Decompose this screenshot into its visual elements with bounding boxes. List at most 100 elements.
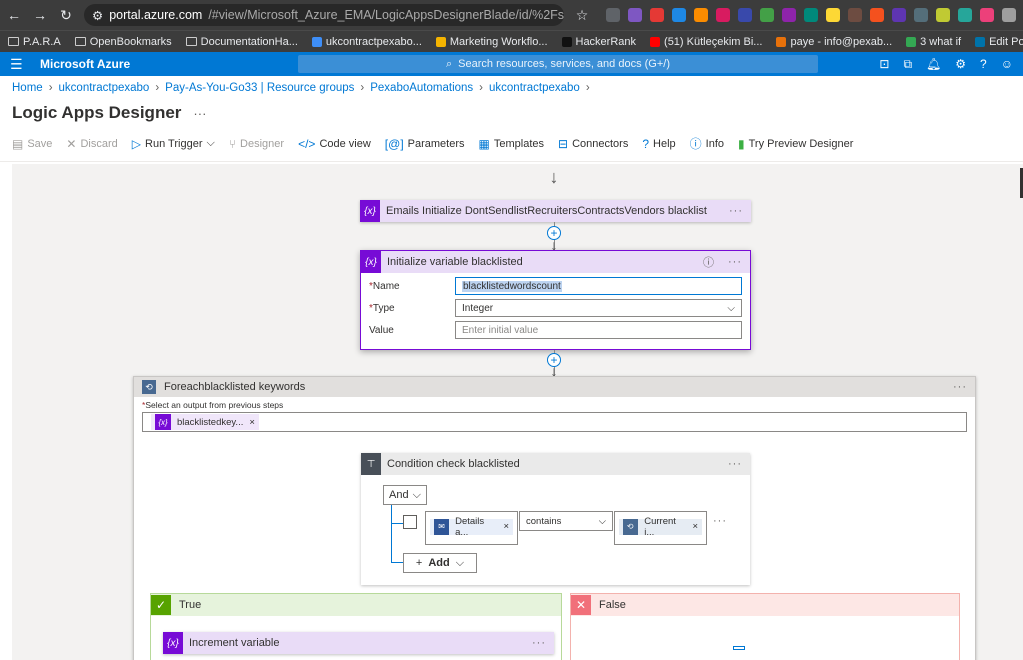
extension-icon[interactable]: [650, 8, 664, 22]
extension-icon[interactable]: [936, 8, 950, 22]
and-or-dropdown[interactable]: And ⌵: [383, 485, 427, 505]
extension-icon[interactable]: [1002, 8, 1016, 22]
operator-dropdown[interactable]: contains ⌵: [519, 511, 613, 531]
remove-token-icon[interactable]: ×: [249, 417, 255, 428]
extension-icon[interactable]: [826, 8, 840, 22]
star-icon[interactable]: ☆: [574, 7, 590, 24]
type-value: Integer: [462, 302, 494, 314]
site-settings-icon[interactable]: ⚙: [92, 8, 103, 23]
url-path: /#view/Microsoft_Azure_EMA/LogicAppsDesi…: [208, 8, 564, 22]
cloud-shell-icon[interactable]: ⊡: [879, 57, 889, 72]
save-button[interactable]: ▤ Save: [12, 137, 52, 151]
extension-icon[interactable]: [848, 8, 862, 22]
extension-icon[interactable]: [870, 8, 884, 22]
back-icon[interactable]: ←: [6, 7, 22, 23]
run-trigger-button[interactable]: ▷ Run Trigger ⌵: [132, 137, 215, 151]
extension-icon[interactable]: [782, 8, 796, 22]
foreach-output-input[interactable]: {x} blacklistedkey... ×: [142, 412, 967, 432]
step-more-options-icon[interactable]: ···: [953, 381, 967, 393]
value-input[interactable]: Enter initial value: [455, 321, 742, 339]
try-preview-designer-button[interactable]: ▮ Try Preview Designer: [738, 137, 853, 151]
condition-left-operand[interactable]: ✉ Details a... ×: [425, 511, 518, 545]
directory-filter-icon[interactable]: ⧉: [903, 57, 912, 72]
type-dropdown[interactable]: Integer ⌵: [455, 299, 742, 317]
bookmark-item[interactable]: Edit Post ‹ Rifat Er...: [975, 36, 1023, 48]
bookmark-item[interactable]: DocumentationHa...: [185, 36, 298, 48]
feedback-icon[interactable]: ☺: [1001, 57, 1013, 72]
row-select-checkbox[interactable]: [403, 515, 417, 529]
bookmark-item[interactable]: HackerRank: [561, 36, 636, 48]
azure-brand[interactable]: Microsoft Azure: [40, 57, 298, 71]
breadcrumb-current[interactable]: ukcontractpexabo: [489, 82, 580, 94]
step-increment-variable[interactable]: {x} Increment variable ···: [163, 632, 554, 654]
bookmark-item[interactable]: ukcontractpexabo...: [311, 36, 422, 48]
extension-icon[interactable]: [628, 8, 642, 22]
extension-icon[interactable]: [738, 8, 752, 22]
false-branch[interactable]: ✕ False: [570, 593, 960, 660]
step-foreach-container[interactable]: ⟲ Foreachblacklisted keywords ··· *Selec…: [133, 376, 976, 660]
extension-icon[interactable]: [914, 8, 928, 22]
add-condition-button[interactable]: + Add ⌵: [403, 553, 477, 573]
address-bar[interactable]: ⚙ portal.azure.com /#view/Microsoft_Azure…: [84, 4, 564, 26]
more-options-icon[interactable]: ···: [193, 106, 206, 121]
reload-icon[interactable]: ↻: [58, 7, 74, 24]
step-more-options-icon[interactable]: ···: [729, 205, 743, 217]
step-more-options-icon[interactable]: ···: [728, 256, 742, 268]
help-button[interactable]: ? Help: [642, 137, 675, 151]
breadcrumb-resource-groups[interactable]: Pay-As-You-Go33 | Resource groups: [165, 82, 354, 94]
dynamic-content-token[interactable]: ⟲ Current i... ×: [619, 516, 702, 538]
condition-right-operand[interactable]: ⟲ Current i... ×: [614, 511, 707, 545]
bookmark-item[interactable]: P.A.R.A: [8, 36, 61, 48]
designer-canvas[interactable]: ↓ {x} Emails Initialize DontSendlistRecr…: [12, 164, 1023, 660]
step-condition[interactable]: ⊤ Condition check blacklisted ··· And ⌵ ✉…: [361, 453, 750, 585]
step-initialize-variable[interactable]: {x} Initialize variable blacklisted ⓘ ··…: [360, 250, 751, 350]
bookmark-item[interactable]: OpenBookmarks: [74, 36, 172, 48]
dynamic-content-token[interactable]: {x} blacklistedkey... ×: [151, 414, 259, 430]
extension-icon[interactable]: [760, 8, 774, 22]
breadcrumb-resource-group[interactable]: PexaboAutomations: [370, 82, 473, 94]
bookmark-item[interactable]: Marketing Workflo...: [435, 36, 548, 48]
header-actions: ⊡ ⧉ 🔔︎ ⚙ ? ☺: [879, 57, 1013, 72]
outlook-mail-icon: ✉: [434, 518, 450, 535]
bookmark-item[interactable]: paye - info@pexab...: [776, 36, 892, 48]
designer-button[interactable]: ⑂ Designer: [229, 137, 284, 151]
extension-icon[interactable]: [606, 8, 620, 22]
extension-icon[interactable]: [804, 8, 818, 22]
settings-gear-icon[interactable]: ⚙: [955, 57, 966, 72]
extension-icon[interactable]: [672, 8, 686, 22]
step-emails-initialize[interactable]: {x} Emails Initialize DontSendlistRecrui…: [360, 200, 751, 222]
step-more-options-icon[interactable]: ···: [532, 637, 546, 649]
code-view-button[interactable]: </> Code view: [298, 137, 371, 151]
add-action-icon[interactable]: [733, 646, 745, 650]
info-icon[interactable]: ⓘ: [703, 254, 714, 270]
templates-button[interactable]: ▦ Templates: [479, 137, 544, 151]
remove-token-icon[interactable]: ×: [503, 521, 509, 532]
remove-token-icon[interactable]: ×: [692, 521, 698, 532]
hamburger-menu-icon[interactable]: ☰: [10, 56, 40, 73]
global-search-input[interactable]: ⌕ Search resources, services, and docs (…: [298, 55, 818, 73]
name-input[interactable]: blacklistedwordscount: [455, 277, 742, 295]
extension-icon[interactable]: [892, 8, 906, 22]
true-branch[interactable]: ✓ True {x} Increment variable ···: [150, 593, 562, 660]
bookmark-item[interactable]: 3 what if: [906, 36, 961, 48]
bookmark-item[interactable]: (51) Kütleçekim Bi...: [650, 36, 762, 48]
breadcrumb-logic-app[interactable]: ukcontractpexabo: [59, 82, 150, 94]
notifications-bell-icon[interactable]: 🔔︎: [926, 57, 941, 72]
step-more-options-icon[interactable]: ···: [728, 458, 742, 470]
parameters-button[interactable]: [@] Parameters: [385, 137, 465, 151]
breadcrumb-home[interactable]: Home: [12, 82, 43, 94]
info-label: Info: [705, 137, 725, 150]
discard-button[interactable]: ✕ Discard: [66, 137, 117, 151]
extension-icon[interactable]: [716, 8, 730, 22]
breadcrumb-separator: ›: [360, 82, 365, 94]
extension-icon[interactable]: [980, 8, 994, 22]
help-icon[interactable]: ?: [980, 57, 987, 72]
extension-icon[interactable]: [694, 8, 708, 22]
info-button[interactable]: ⓘ Info: [690, 135, 724, 152]
extension-icon[interactable]: [958, 8, 972, 22]
row-more-options-icon[interactable]: ···: [713, 515, 727, 527]
forward-icon[interactable]: →: [32, 7, 48, 23]
foreach-header[interactable]: ⟲ Foreachblacklisted keywords ···: [134, 377, 975, 397]
dynamic-content-token[interactable]: ✉ Details a... ×: [430, 516, 513, 538]
connectors-button[interactable]: ⊟ Connectors: [558, 137, 628, 151]
